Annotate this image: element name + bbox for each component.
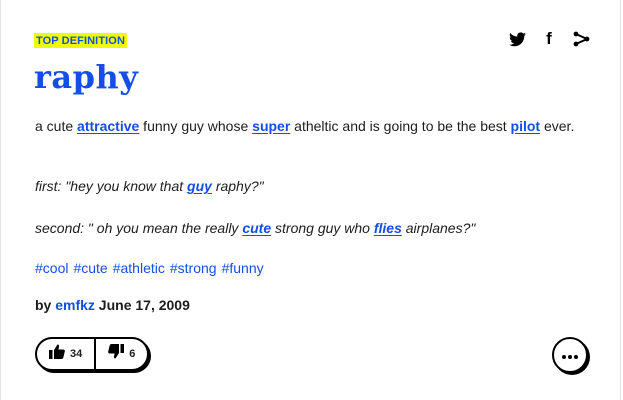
downvote-button[interactable]: 6 — [96, 339, 147, 369]
top-definition-badge: TOP DEFINITION — [34, 33, 128, 48]
definition-example-2: second: " oh you mean the really cute st… — [35, 218, 595, 238]
meaning-text: ever. — [540, 118, 575, 134]
link-super[interactable]: super — [252, 118, 290, 134]
downvote-count: 6 — [129, 348, 136, 360]
meaning-text: atheltic and is going to be the best — [290, 118, 511, 134]
author-link[interactable]: emfkz — [55, 297, 95, 313]
upvote-count: 34 — [70, 348, 83, 360]
example-text: second: " oh you mean the really — [35, 220, 243, 236]
upvote-button[interactable]: 34 — [37, 339, 94, 369]
example-text: strong guy who — [271, 220, 374, 236]
contributor: by emfkz June 17, 2009 — [35, 295, 190, 315]
example-text: raphy?" — [211, 178, 264, 194]
ellipsis-icon — [562, 346, 578, 364]
meaning-text: a cute — [35, 118, 78, 134]
vote-buttons: 34 6 — [35, 337, 150, 371]
facebook-icon-glyph: f — [546, 29, 552, 48]
definition-card: TOP DEFINITION f raphy a cute attractive… — [0, 0, 621, 400]
tag-link[interactable]: #strong — [170, 258, 217, 278]
definition-meaning: a cute attractive funny guy whose super … — [35, 116, 595, 136]
meaning-text: funny guy whose — [139, 118, 253, 134]
definition-example-1: first: "hey you know that guy raphy?" — [35, 176, 595, 196]
tag-link[interactable]: #cute — [73, 258, 107, 278]
facebook-icon[interactable]: f — [540, 30, 558, 48]
link-guy[interactable]: guy — [187, 178, 212, 194]
post-date: June 17, 2009 — [94, 297, 190, 313]
tag-list: #cool #cute #athletic #strong #funny — [35, 258, 264, 278]
definition-word[interactable]: raphy — [34, 55, 138, 99]
link-flies[interactable]: flies — [374, 220, 402, 236]
link-attractive[interactable]: attractive — [77, 118, 139, 134]
share-bar: f — [508, 30, 590, 48]
tag-link[interactable]: #athletic — [113, 258, 165, 278]
link-cute[interactable]: cute — [242, 220, 271, 236]
tag-link[interactable]: #funny — [222, 258, 264, 278]
more-options-button[interactable] — [552, 337, 588, 373]
thumbs-up-icon — [49, 344, 65, 364]
thumbs-down-icon — [108, 344, 125, 364]
twitter-icon[interactable] — [508, 30, 526, 48]
tag-link[interactable]: #cool — [35, 258, 68, 278]
link-pilot[interactable]: pilot — [511, 118, 541, 134]
share-icon[interactable] — [572, 30, 590, 48]
author-prefix: by — [35, 297, 56, 313]
example-text: airplanes?" — [401, 220, 476, 236]
example-text: first: "hey you know that — [35, 178, 188, 194]
